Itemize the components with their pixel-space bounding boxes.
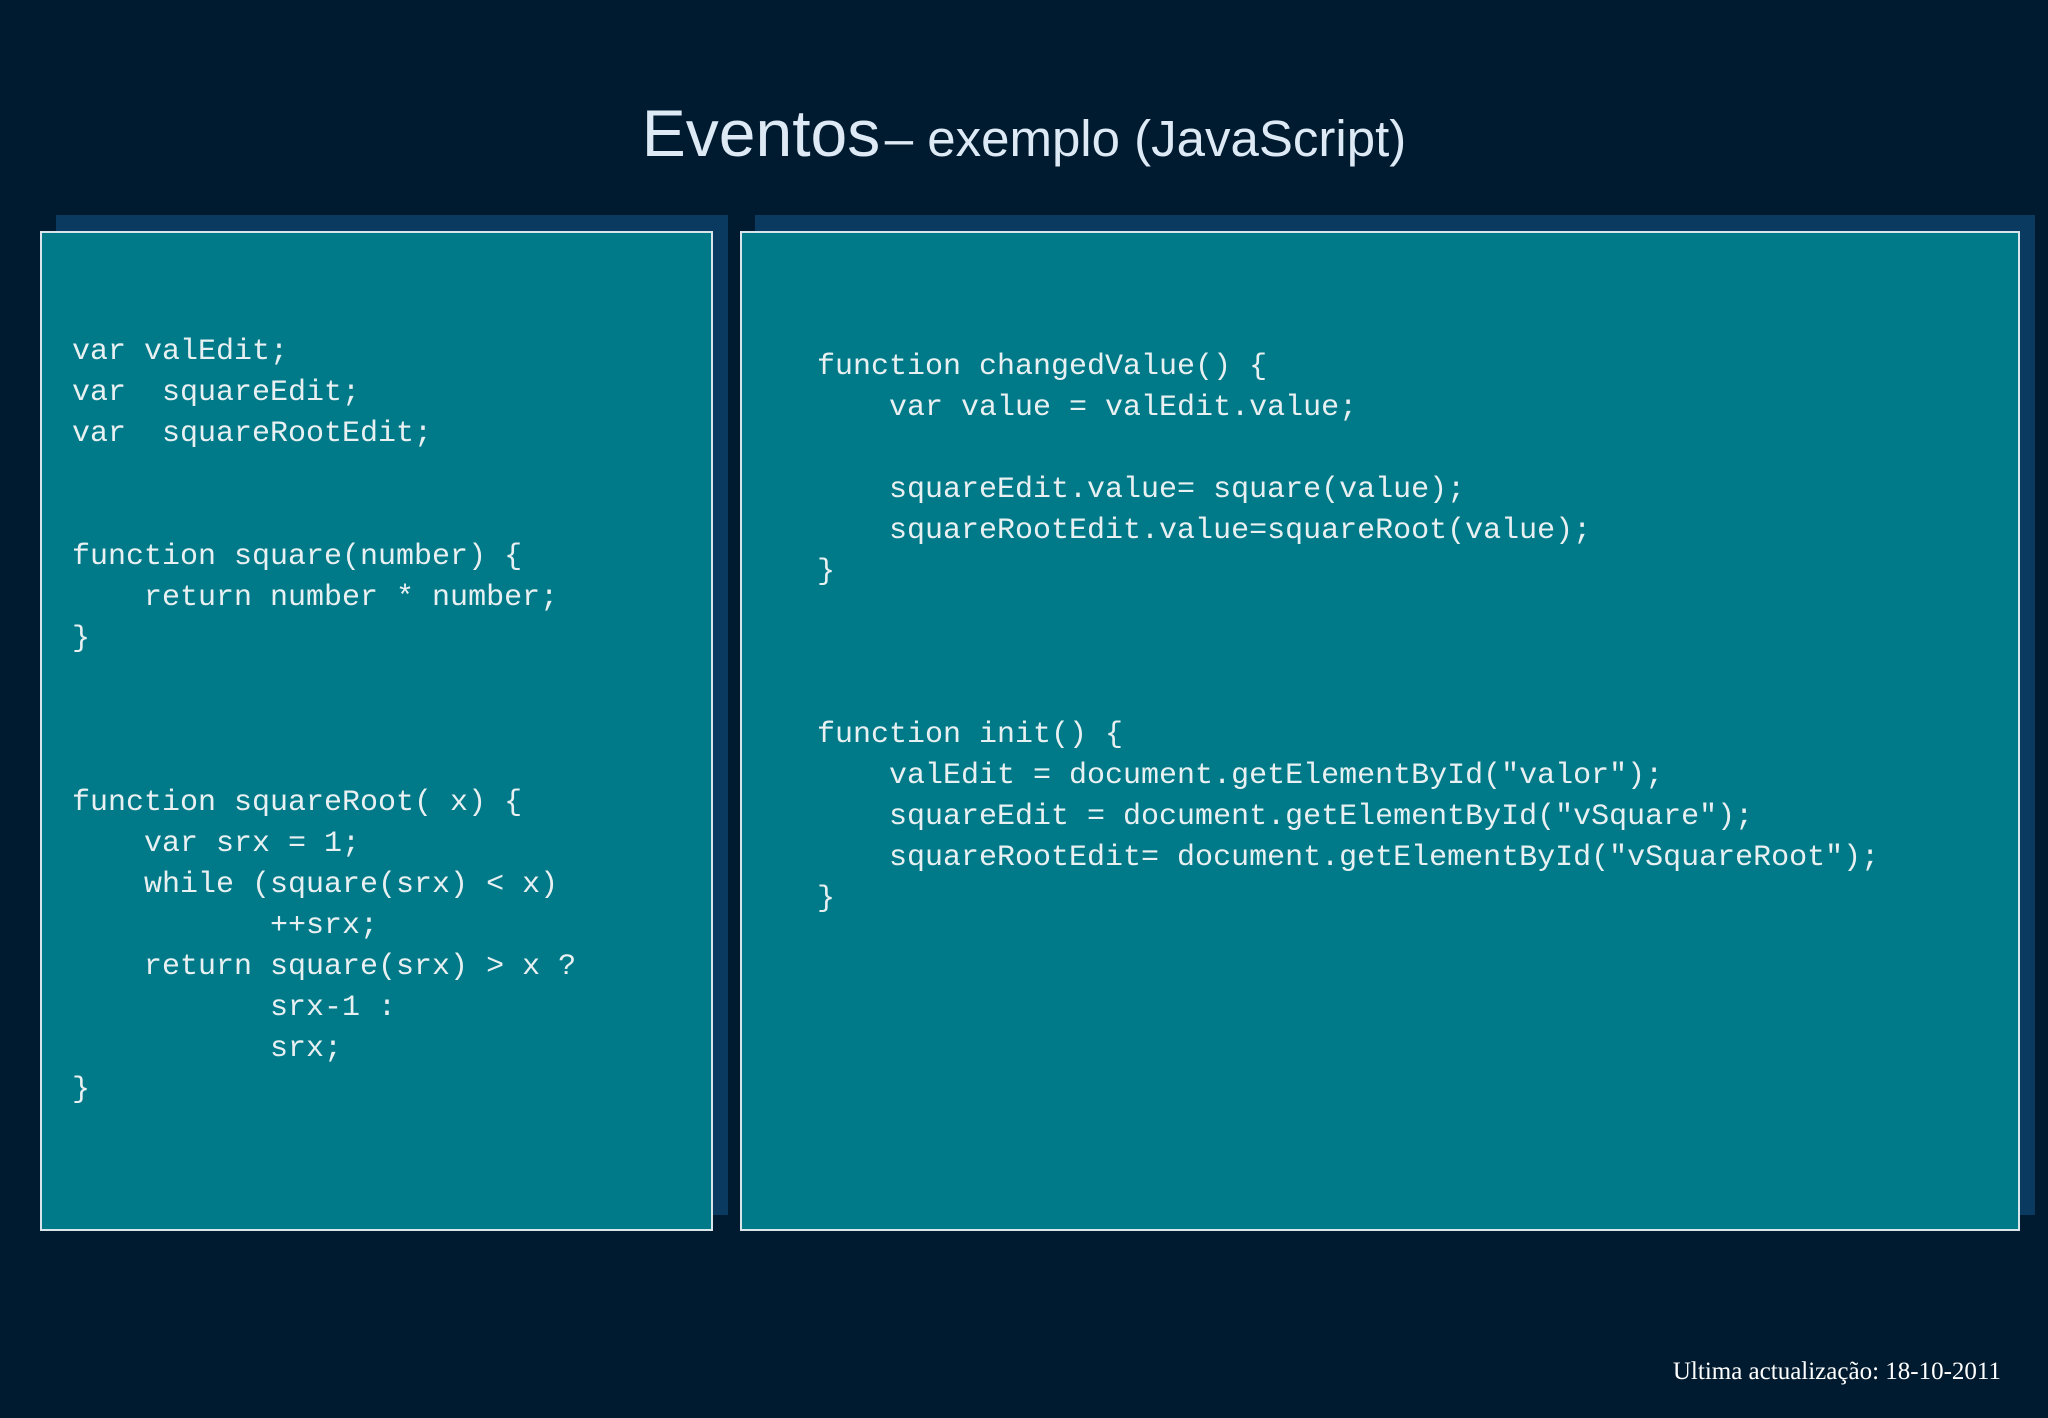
slide-title-main: Eventos: [641, 96, 881, 170]
slide-title: Eventos – exemplo (JavaScript): [0, 95, 2048, 171]
last-updated-footer: Ultima actualização: 18-10-2011: [1672, 1358, 2001, 1385]
changed-value-code-block: function changedValue() { var value = va…: [817, 350, 1592, 589]
right-code-panel: function changedValue() { var value = va…: [740, 231, 2020, 1231]
left-code-panel: var valEdit; var squareEdit; var squareR…: [40, 231, 713, 1231]
slide-title-sub: – exemplo (JavaScript): [884, 110, 1407, 167]
left-code-block: var valEdit; var squareEdit; var squareR…: [72, 335, 577, 1107]
init-code-block: function init() { valEdit = document.get…: [817, 718, 1880, 916]
